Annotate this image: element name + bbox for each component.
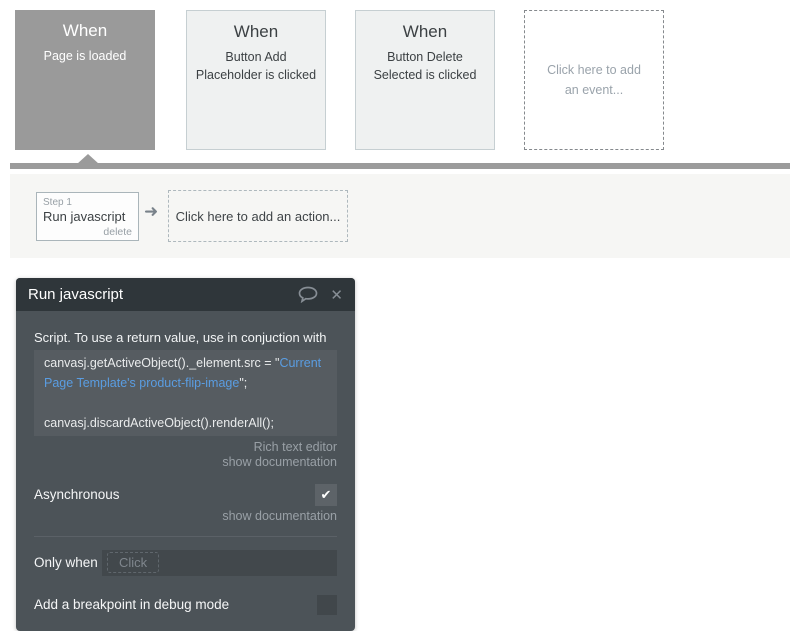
add-action-label: Click here to add an action... <box>175 208 341 224</box>
show-documentation-link[interactable]: show documentation <box>222 455 337 469</box>
close-icon[interactable]: ✕ <box>330 286 343 304</box>
event-title: When <box>233 22 279 41</box>
event-subtitle: Page is loaded <box>43 49 127 63</box>
property-editor-title: Run javascript <box>28 286 124 303</box>
add-event-label: Click here to add an event... <box>547 63 641 97</box>
event-card-button-add-placeholder[interactable]: When Button Add Placeholder is clicked <box>186 10 326 150</box>
step-delete-link[interactable]: delete <box>37 224 138 238</box>
script-field-label: Script. To use a return value, use in co… <box>34 330 327 345</box>
code-line-4: canvasj.discardActiveObject().renderAll(… <box>44 416 274 430</box>
event-title: When <box>62 21 108 40</box>
dynamic-expression: Page Template's product-flip-image <box>44 376 240 390</box>
action-property-editor: Run javascript ✕ Script. To use a return… <box>16 278 355 631</box>
conditional-section: Only when Click Add a breakpoint in debu… <box>34 535 337 615</box>
asynchronous-checkbox[interactable]: ✔ <box>315 483 337 506</box>
breakpoint-checkbox[interactable] <box>317 594 337 615</box>
step-number-label: Step 1 <box>43 197 72 208</box>
only-when-label: Only when <box>34 555 98 570</box>
event-subtitle: Button Add Placeholder is clicked <box>195 50 317 83</box>
step-card-run-javascript[interactable]: Step 1 Run javascript delete <box>36 192 139 241</box>
dynamic-expression: Current <box>279 356 322 370</box>
rich-text-editor-link[interactable]: Rich text editor <box>254 440 337 454</box>
event-card-page-loaded[interactable]: When Page is loaded <box>15 10 155 150</box>
steps-strip: Step 1 Run javascript delete ➜ Click her… <box>10 174 790 258</box>
event-card-button-delete-selected[interactable]: When Button Delete Selected is clicked <box>355 10 495 150</box>
add-action-button[interactable]: Click here to add an action... <box>168 190 348 242</box>
code-line-1: canvasj.getActiveObject()._element.src =… <box>44 356 322 370</box>
condition-click-placeholder[interactable]: Click <box>107 552 160 573</box>
selected-event-pointer <box>77 154 99 164</box>
event-subtitle: Button Delete Selected is clicked <box>373 50 477 83</box>
check-icon: ✔ <box>320 486 332 502</box>
event-title: When <box>402 22 448 41</box>
property-editor-body: Script. To use a return value, use in co… <box>16 311 355 631</box>
breakpoint-label: Add a breakpoint in debug mode <box>34 597 230 612</box>
workflow-connector-bar <box>10 163 790 169</box>
code-line-2: Page Template's product-flip-image"; <box>44 376 248 390</box>
add-event-button[interactable]: Click here to add an event... <box>524 10 664 150</box>
property-editor-header: Run javascript ✕ <box>16 278 355 311</box>
only-when-condition-input[interactable]: Click <box>102 549 337 576</box>
asynchronous-label: Asynchronous <box>34 487 120 502</box>
show-documentation-link-2[interactable]: show documentation <box>34 509 337 523</box>
step-action-name: Run javascript <box>43 209 126 224</box>
comment-bubble-icon[interactable] <box>298 286 318 303</box>
script-code-input[interactable]: canvasj.getActiveObject()._element.src =… <box>34 350 337 436</box>
step-arrow-icon: ➜ <box>144 202 159 221</box>
